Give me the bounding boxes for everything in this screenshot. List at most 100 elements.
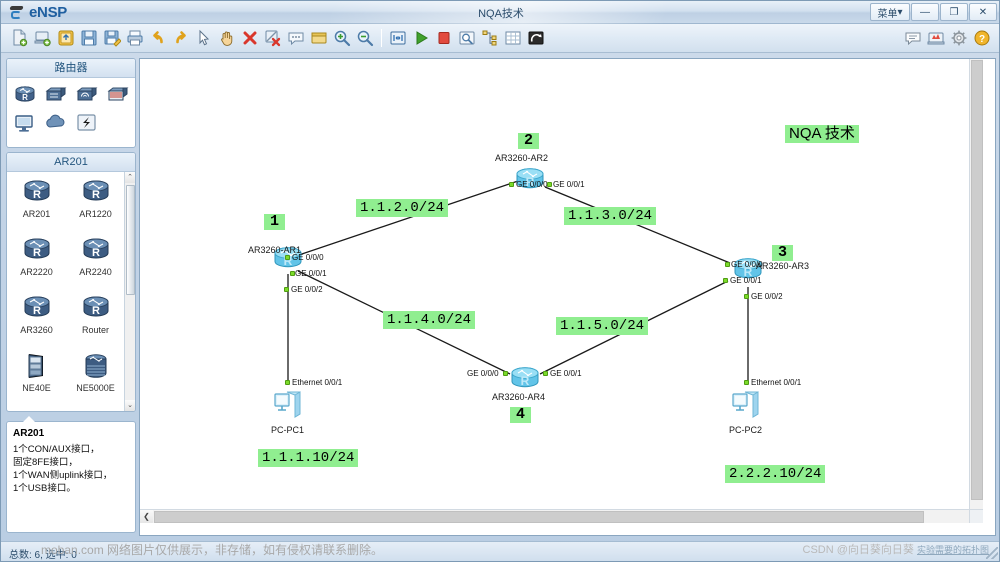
subnet-label-1-1-2-0: 1.1.2.0/24: [356, 199, 449, 217]
port-dot-pc2-eth001: [744, 380, 749, 385]
device-router[interactable]: R Router: [66, 294, 125, 352]
device-ar201[interactable]: R AR201: [7, 178, 66, 236]
port-dot-ar4-ge000: [503, 371, 508, 376]
port-dot-ar2-ge001: [547, 182, 552, 187]
device-partial-row-left[interactable]: [7, 410, 66, 411]
pointer-icon[interactable]: [193, 27, 215, 49]
status-bar: 总数: 6, 选中: 0 moban.com 网络图片仅供展示，非存储，如有侵权…: [1, 541, 999, 561]
delete-icon[interactable]: [239, 27, 261, 49]
category-icon-grid: R: [7, 78, 135, 138]
minimize-button[interactable]: —: [911, 3, 939, 21]
device-label: AR1220: [79, 209, 112, 219]
badge-ar1: 1: [264, 214, 286, 230]
device-list-scrollbar[interactable]: ⌃ ⌄: [124, 172, 135, 411]
svg-text:R: R: [33, 189, 41, 201]
device-ar1220[interactable]: R AR1220: [66, 178, 125, 236]
iface-pc2-eth001: Ethernet 0/0/1: [751, 378, 802, 387]
community-icon[interactable]: [925, 27, 947, 49]
menu-label: 菜单: [877, 8, 898, 20]
canvas-vscroll-thumb[interactable]: [971, 60, 983, 500]
canvas-hscroll-thumb[interactable]: [154, 511, 924, 523]
topology-tree-icon[interactable]: [479, 27, 501, 49]
device-partial-row-right[interactable]: [66, 410, 125, 411]
device-ar2240[interactable]: R AR2240: [66, 236, 125, 294]
forum-icon[interactable]: [902, 27, 924, 49]
close-button[interactable]: ✕: [969, 3, 997, 21]
status-text: 总数: 6, 选中: 0: [9, 550, 77, 561]
save-icon[interactable]: [78, 27, 100, 49]
save-as-icon[interactable]: [101, 27, 123, 49]
scroll-down-arrow[interactable]: ⌄: [125, 400, 135, 411]
resize-grip-icon[interactable]: [986, 547, 998, 559]
device-list-header: AR201: [7, 153, 135, 172]
start-device-icon[interactable]: [410, 27, 432, 49]
text-note-icon[interactable]: [285, 27, 307, 49]
canvas-vertical-scrollbar[interactable]: [969, 59, 983, 523]
redo-icon[interactable]: [170, 27, 192, 49]
iface-ar1-ge001: GE 0/0/1: [295, 269, 327, 278]
device-info-description: 1个CON/AUX接口， 固定8FE接口， 1个WAN侧uplink接口， 1个…: [13, 444, 113, 494]
print-icon[interactable]: [124, 27, 146, 49]
toolbar-left-group: [9, 27, 547, 49]
grid-icon[interactable]: [502, 27, 524, 49]
new-topology-icon[interactable]: [9, 27, 31, 49]
shape-icon[interactable]: [308, 27, 330, 49]
switch-category-icon[interactable]: [44, 84, 68, 106]
scroll-up-arrow[interactable]: ⌃: [125, 172, 135, 183]
zoom-out-icon[interactable]: [354, 27, 376, 49]
router-category-icon[interactable]: R: [13, 84, 37, 106]
node-label-pc1: PC-PC1: [271, 425, 305, 435]
device-ne5000e[interactable]: NE5000E: [66, 352, 125, 410]
watermark-csdn: CSDN @向日葵向日葵 实验需要的拓扑图: [803, 541, 989, 557]
open-icon[interactable]: [55, 27, 77, 49]
title-bar: eNSP NQA技术 菜单 ▾ — ❐ ✕: [1, 1, 999, 24]
svg-text:R: R: [92, 189, 100, 201]
scrollbar-thumb[interactable]: [126, 185, 135, 295]
svg-text:R: R: [33, 305, 41, 317]
wlan-category-icon[interactable]: [75, 84, 99, 106]
subnet-label-2-2-2-10: 2.2.2.10/24: [725, 465, 826, 483]
canvas-horizontal-scrollbar[interactable]: ❮: [140, 509, 983, 523]
menu-button[interactable]: 菜单 ▾: [870, 3, 910, 21]
delete-link-icon[interactable]: [262, 27, 284, 49]
maximize-button[interactable]: ❐: [940, 3, 968, 21]
window-title: NQA技术: [478, 8, 524, 20]
iface-ar3-ge001: GE 0/0/1: [730, 276, 762, 285]
device-grid: R AR201 R AR1220 R AR2220 R AR2240 R AR3…: [7, 172, 125, 411]
iface-pc1-eth001: Ethernet 0/0/1: [292, 378, 343, 387]
badge-ar4: 4: [510, 407, 532, 423]
port-dot-ar3-ge000: [725, 262, 730, 267]
settings-gear-icon[interactable]: [948, 27, 970, 49]
connection-category-icon[interactable]: [75, 112, 99, 134]
screenshot-icon[interactable]: [525, 27, 547, 49]
iface-ar4-ge001: GE 0/0/1: [550, 369, 582, 378]
device-list-panel: AR201 R AR201 R AR1220 R AR2220 R AR2240…: [6, 152, 136, 412]
device-label: NE40E: [22, 383, 51, 393]
cloud-category-icon[interactable]: [44, 112, 68, 134]
canvas-hscroll-left-arrow[interactable]: ❮: [140, 510, 153, 523]
subnet-label-1-1-1-10: 1.1.1.10/24: [258, 449, 359, 467]
link-ar1-ar2: [289, 180, 519, 259]
iface-ar2-ge000: GE 0/0/0: [516, 180, 548, 189]
stop-device-icon[interactable]: [433, 27, 455, 49]
watermark-main: moban.com 网络图片仅供展示，非存储，如有侵权请联系删除。: [41, 543, 384, 557]
svg-text:R: R: [92, 305, 100, 317]
hand-icon[interactable]: [216, 27, 238, 49]
undo-icon[interactable]: [147, 27, 169, 49]
zoom-in-icon[interactable]: [331, 27, 353, 49]
device-ar3260[interactable]: R AR3260: [7, 294, 66, 352]
tooltip-arrow: [23, 416, 35, 422]
device-ne40e[interactable]: NE40E: [7, 352, 66, 410]
help-icon[interactable]: ?: [971, 27, 993, 49]
port-dot-ar2-ge000: [509, 182, 514, 187]
device-ar2220[interactable]: R AR2220: [7, 236, 66, 294]
topology-canvas[interactable]: R 2 AR3260-AR2 GE 0/0/0 GE 0/0/1 R 1 AR3: [140, 59, 983, 523]
fit-icon[interactable]: [387, 27, 409, 49]
toolbar-separator: [381, 29, 382, 47]
firewall-category-icon[interactable]: [106, 84, 130, 106]
subnet-label-1-1-3-0: 1.1.3.0/24: [564, 207, 657, 225]
new-device-icon[interactable]: [32, 27, 54, 49]
canvas-annotation: NQA 技术: [785, 125, 859, 143]
capture-icon[interactable]: [456, 27, 478, 49]
endpoint-category-icon[interactable]: [13, 112, 37, 134]
